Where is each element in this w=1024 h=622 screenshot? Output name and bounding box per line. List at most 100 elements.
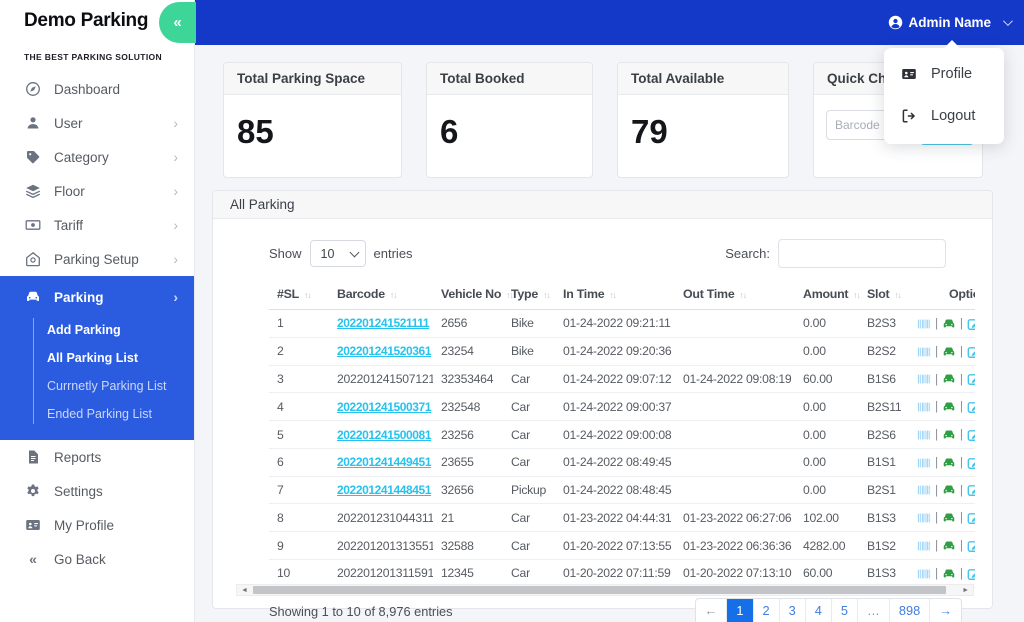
- car-icon[interactable]: [942, 567, 956, 581]
- id-card-icon: [901, 66, 917, 82]
- car-icon[interactable]: [942, 345, 956, 359]
- pagination-page-4[interactable]: 4: [804, 598, 831, 622]
- edit-icon[interactable]: [967, 317, 975, 331]
- sidebar-item-label: User: [54, 115, 83, 131]
- edit-icon[interactable]: [967, 400, 975, 414]
- barcode-link[interactable]: 202201241449451: [337, 455, 432, 469]
- show-label: Show: [269, 246, 302, 261]
- sidebar-item-floor[interactable]: Floor ›: [0, 174, 194, 208]
- search-input[interactable]: [778, 239, 946, 268]
- sidebar-item-user[interactable]: User ›: [0, 106, 194, 140]
- pagination-page-2[interactable]: 2: [752, 598, 779, 622]
- edit-icon[interactable]: [967, 456, 975, 470]
- sidebar-item-dashboard[interactable]: Dashboard: [0, 72, 194, 106]
- sort-icon: ↑↓: [894, 290, 901, 300]
- car-icon[interactable]: [942, 400, 956, 414]
- sidebar-item-category[interactable]: Category ›: [0, 140, 194, 174]
- cell-slot: B2S11: [859, 392, 909, 422]
- go-back-icon: «: [29, 551, 37, 567]
- column-header-slot[interactable]: Slot ↑↓: [859, 282, 909, 310]
- edit-icon[interactable]: [967, 511, 975, 525]
- horizontal-scrollbar[interactable]: ◄ ►: [236, 584, 974, 596]
- car-icon[interactable]: [942, 511, 956, 525]
- car-icon[interactable]: [942, 428, 956, 442]
- barcode-link[interactable]: 202201241521111: [337, 316, 430, 330]
- sidebar-item-reports[interactable]: Reports: [0, 440, 194, 474]
- cell-in-time: 01-24-2022 08:48:45: [555, 476, 675, 505]
- sidebar-subitem-ended-parking-list[interactable]: Ended Parking List: [0, 400, 194, 428]
- scrollbar-thumb[interactable]: [252, 586, 947, 594]
- cell-out-time: [675, 309, 795, 338]
- stats-row: Total Parking Space 85 Total Booked 6 To…: [223, 62, 983, 178]
- pagination-page-898[interactable]: 898: [888, 598, 929, 622]
- column-header-barcode[interactable]: Barcode ↑↓: [329, 282, 433, 310]
- menu-item-profile[interactable]: Profile: [884, 55, 1004, 93]
- barcode-icon[interactable]: [917, 567, 931, 581]
- edit-icon[interactable]: [967, 428, 975, 442]
- menu-item-logout[interactable]: Logout: [884, 97, 1004, 135]
- barcode-icon[interactable]: [917, 400, 931, 414]
- barcode-icon[interactable]: [917, 456, 931, 470]
- pagination-page-3[interactable]: 3: [778, 598, 805, 622]
- pagination-page-1[interactable]: 1: [726, 598, 753, 622]
- table-row: 5 202201241500081 23256 Car 01-24-2022 09:00…: [269, 420, 975, 449]
- pagination-next[interactable]: →: [929, 598, 961, 622]
- barcode-link[interactable]: 202201241520361: [337, 344, 432, 358]
- action-separator: |: [959, 371, 963, 386]
- admin-menu-toggle[interactable]: Admin Name: [888, 0, 1013, 45]
- column-header-out-time[interactable]: Out Time ↑↓: [675, 282, 795, 310]
- cell-amount: 0.00: [795, 392, 859, 422]
- action-separator: |: [935, 566, 938, 581]
- car-icon[interactable]: [942, 372, 956, 386]
- sidebar-collapse-button[interactable]: «: [159, 2, 196, 43]
- car-icon[interactable]: [942, 483, 956, 497]
- page-length-select[interactable]: 10: [309, 240, 366, 267]
- barcode-icon[interactable]: [917, 483, 931, 497]
- column-header-type[interactable]: Type ↑↓: [503, 282, 555, 310]
- sidebar-subitem-add-parking[interactable]: Add Parking: [0, 316, 194, 344]
- cell-in-time: 01-24-2022 09:20:36: [555, 337, 675, 366]
- car-icon[interactable]: [942, 456, 956, 470]
- table-row: 6 202201241449451 23655 Car 01-24-2022 08:49…: [269, 448, 975, 477]
- barcode-icon[interactable]: [917, 345, 931, 359]
- edit-icon[interactable]: [967, 539, 975, 553]
- pagination-page-5[interactable]: 5: [830, 598, 857, 622]
- logout-icon: [901, 108, 917, 124]
- edit-icon[interactable]: [967, 567, 975, 581]
- scroll-left-arrow-icon[interactable]: ◄: [239, 587, 250, 594]
- sidebar-subitem-currnetly-parking-list[interactable]: Currnetly Parking List: [0, 372, 194, 400]
- sidebar-item-parking[interactable]: Parking ›: [0, 280, 194, 314]
- car-icon[interactable]: [942, 539, 956, 553]
- table-row: 3 202201241507121 32353464 Car 01-24-2022 09…: [269, 365, 975, 394]
- car-icon[interactable]: [942, 317, 956, 331]
- cell-in-time: 01-23-2022 04:44:31: [555, 503, 675, 533]
- barcode-icon[interactable]: [917, 428, 931, 442]
- sidebar-item-go-back[interactable]: « Go Back: [0, 542, 194, 576]
- column-header-amount[interactable]: Amount ↑↓: [795, 282, 861, 310]
- column-header-in-time[interactable]: In Time ↑↓: [555, 282, 675, 310]
- edit-icon[interactable]: [967, 372, 975, 386]
- sidebar-item-settings[interactable]: Settings: [0, 474, 194, 508]
- barcode-icon[interactable]: [917, 539, 931, 553]
- column-header-vehicle-no[interactable]: Vehicle No ↑↓: [433, 282, 514, 310]
- column-header-options[interactable]: Options: [909, 282, 975, 310]
- barcode-link[interactable]: 202201241500081: [337, 428, 432, 442]
- column-header--sl[interactable]: #SL ↑↓: [269, 282, 329, 310]
- table-row: 8 202201231044311 21 Car 01-23-2022 04:44:31…: [269, 503, 975, 533]
- pagination-prev[interactable]: ←: [696, 599, 727, 622]
- barcode-link[interactable]: 202201241448451: [337, 483, 432, 497]
- edit-icon[interactable]: [967, 483, 975, 497]
- sidebar-item-parking-setup[interactable]: Parking Setup ›: [0, 242, 194, 276]
- barcode-icon[interactable]: [917, 372, 931, 386]
- scroll-right-arrow-icon[interactable]: ►: [960, 587, 971, 594]
- edit-icon[interactable]: [967, 345, 975, 359]
- sort-icon: ↑↓: [609, 290, 616, 300]
- barcode-link[interactable]: 202201241500371: [337, 400, 432, 414]
- cell-slot: B2S1: [859, 476, 909, 505]
- sidebar-item-my-profile[interactable]: My Profile: [0, 508, 194, 542]
- sidebar-subitem-all-parking-list[interactable]: All Parking List: [0, 344, 194, 372]
- sidebar-item-label: Go Back: [54, 551, 106, 567]
- barcode-icon[interactable]: [917, 511, 931, 525]
- sidebar-item-tariff[interactable]: Tariff ›: [0, 208, 194, 242]
- barcode-icon[interactable]: [917, 317, 931, 331]
